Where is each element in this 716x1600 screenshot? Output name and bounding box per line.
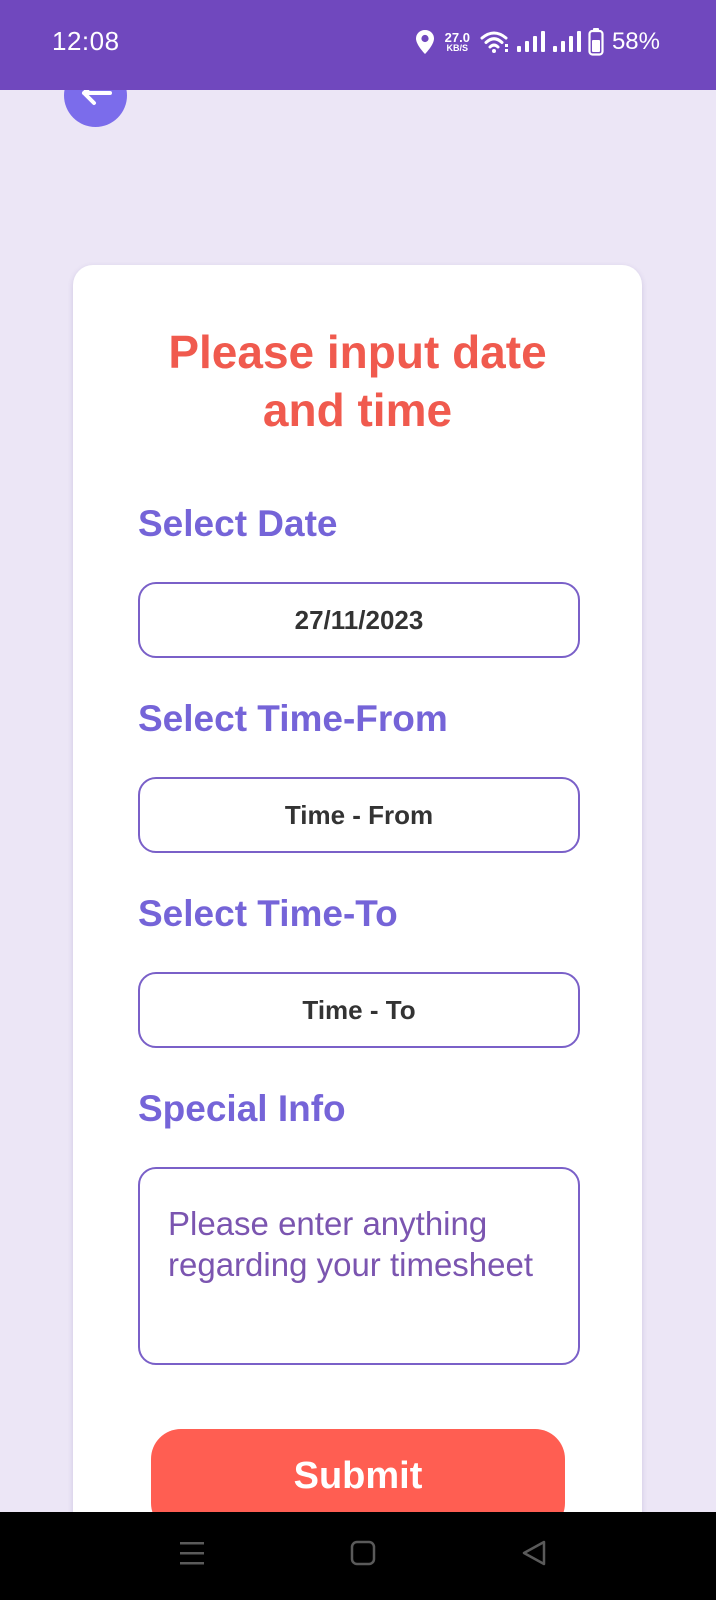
time-from-label: Select Time-From <box>138 698 448 739</box>
special-info-textarea[interactable]: Please enter anything regarding your tim… <box>138 1167 580 1365</box>
back-triangle-icon[interactable] <box>520 1538 548 1573</box>
net-speed: 27.0 KB/S <box>445 31 470 53</box>
menu-icon[interactable] <box>178 1538 206 1573</box>
time-from-field[interactable]: Time - From <box>138 777 580 853</box>
time-to-label: Select Time-To <box>138 893 398 934</box>
signal-icon <box>516 30 546 54</box>
date-label: Select Date <box>138 503 338 544</box>
time-to-field[interactable]: Time - To <box>138 972 580 1048</box>
location-pin-icon <box>415 29 435 55</box>
date-field[interactable]: 27/11/2023 <box>138 582 580 658</box>
status-time: 12:08 <box>52 26 120 56</box>
signal-icon <box>552 30 582 54</box>
navigation-bar <box>0 1512 716 1600</box>
special-info-label: Special Info <box>138 1088 346 1129</box>
battery-icon <box>588 28 604 56</box>
form-card: Please input date and time Select Date 2… <box>73 265 642 1600</box>
wifi-icon <box>480 30 510 54</box>
net-speed-unit: KB/S <box>446 43 469 53</box>
home-square-icon[interactable] <box>349 1538 377 1573</box>
status-icons: 27.0 KB/S 58% <box>415 26 660 58</box>
battery-percent: 58% <box>611 28 660 55</box>
status-bar: 12:08 27.0 KB/S 58% <box>0 0 716 90</box>
page-title: Please input date and time <box>168 326 547 436</box>
